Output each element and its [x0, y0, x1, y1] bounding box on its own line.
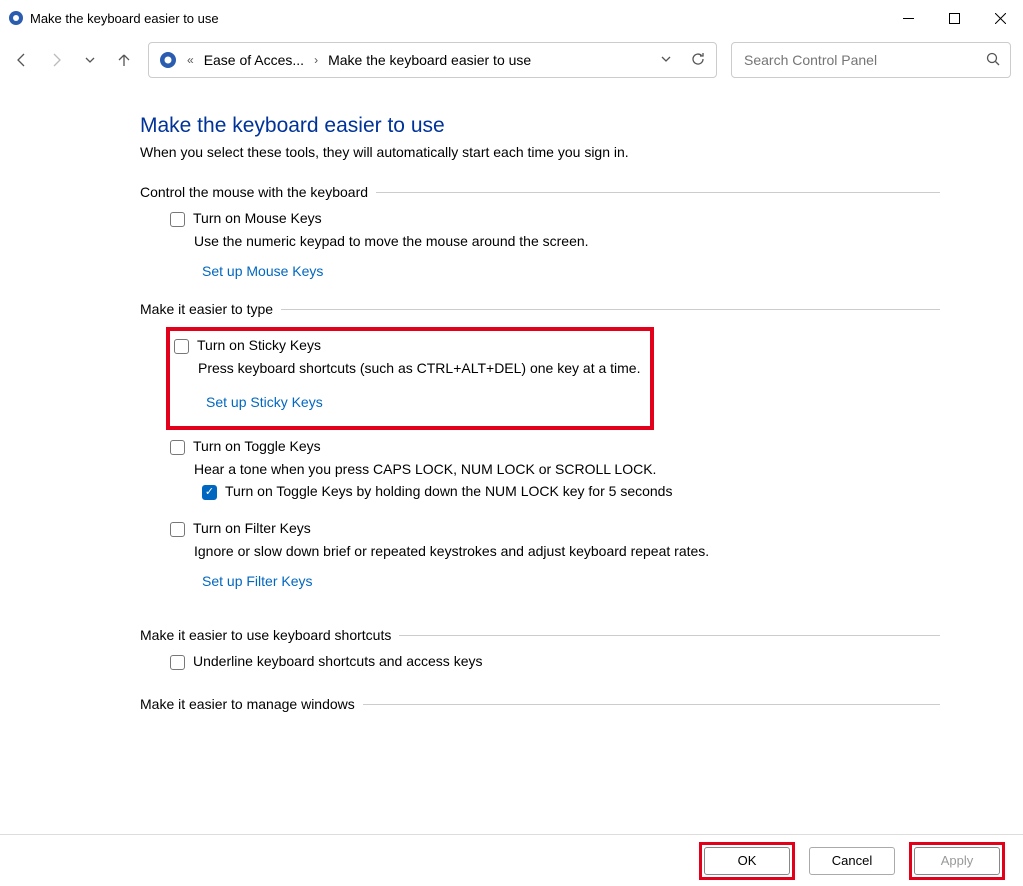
search-box[interactable]	[731, 42, 1011, 78]
ok-highlight: OK	[699, 842, 795, 880]
minimize-button[interactable]	[885, 2, 931, 34]
maximize-button[interactable]	[931, 2, 977, 34]
crumb-prefix-icon: «	[185, 53, 196, 67]
recent-dropdown[interactable]	[80, 50, 100, 70]
refresh-icon[interactable]	[690, 51, 706, 70]
forward-button[interactable]	[46, 50, 66, 70]
apply-button[interactable]: Apply	[914, 847, 1000, 875]
togglekeys-label[interactable]: Turn on Toggle Keys	[193, 438, 321, 454]
content-scroll[interactable]: Make the keyboard easier to use When you…	[0, 84, 1023, 834]
togglekeys-numlock-checkbox[interactable]	[202, 485, 217, 500]
stickykeys-label[interactable]: Turn on Sticky Keys	[197, 337, 321, 353]
underline-checkbox[interactable]	[170, 655, 185, 670]
togglekeys-checkbox[interactable]	[170, 440, 185, 455]
stickykeys-setup-link[interactable]: Set up Sticky Keys	[206, 394, 323, 410]
control-panel-icon	[159, 51, 177, 69]
page-heading: Make the keyboard easier to use	[140, 114, 940, 138]
cancel-button[interactable]: Cancel	[809, 847, 895, 875]
section-type-title: Make it easier to type	[140, 301, 281, 317]
section-mouse-header: Control the mouse with the keyboard	[140, 184, 940, 200]
togglekeys-numlock-label[interactable]: Turn on Toggle Keys by holding down the …	[225, 483, 672, 499]
page-subtitle: When you select these tools, they will a…	[140, 144, 940, 160]
mousekeys-label[interactable]: Turn on Mouse Keys	[193, 210, 322, 226]
footer-bar: OK Cancel Apply	[0, 834, 1023, 886]
search-input[interactable]	[742, 51, 986, 69]
section-windows-header: Make it easier to manage windows	[140, 696, 940, 712]
section-type-header: Make it easier to type	[140, 301, 940, 317]
filterkeys-label[interactable]: Turn on Filter Keys	[193, 520, 311, 536]
address-bar[interactable]: « Ease of Acces... › Make the keyboard e…	[148, 42, 717, 78]
window-title: Make the keyboard easier to use	[30, 11, 219, 26]
stickykeys-highlight: Turn on Sticky Keys Press keyboard short…	[166, 327, 654, 430]
stickykeys-checkbox[interactable]	[174, 339, 189, 354]
ok-button[interactable]: OK	[704, 847, 790, 875]
control-panel-icon	[8, 10, 24, 26]
apply-highlight: Apply	[909, 842, 1005, 880]
chevron-down-icon[interactable]	[660, 53, 672, 68]
filterkeys-setup-link[interactable]: Set up Filter Keys	[202, 573, 313, 589]
nav-toolbar: « Ease of Acces... › Make the keyboard e…	[0, 36, 1023, 84]
search-icon[interactable]	[986, 52, 1000, 69]
filterkeys-desc: Ignore or slow down brief or repeated ke…	[194, 543, 894, 559]
section-shortcuts-title: Make it easier to use keyboard shortcuts	[140, 627, 399, 643]
togglekeys-desc: Hear a tone when you press CAPS LOCK, NU…	[194, 461, 894, 477]
back-button[interactable]	[12, 50, 32, 70]
up-button[interactable]	[114, 50, 134, 70]
close-button[interactable]	[977, 2, 1023, 34]
filterkeys-checkbox[interactable]	[170, 522, 185, 537]
chevron-right-icon: ›	[312, 53, 320, 67]
section-windows-title: Make it easier to manage windows	[140, 696, 363, 712]
underline-label[interactable]: Underline keyboard shortcuts and access …	[193, 653, 482, 669]
mousekeys-desc: Use the numeric keypad to move the mouse…	[194, 233, 894, 249]
mousekeys-checkbox[interactable]	[170, 212, 185, 227]
breadcrumb-item-2[interactable]: Make the keyboard easier to use	[328, 52, 531, 68]
mousekeys-setup-link[interactable]: Set up Mouse Keys	[202, 263, 323, 279]
section-mouse-title: Control the mouse with the keyboard	[140, 184, 376, 200]
breadcrumb-item-1[interactable]: Ease of Acces...	[204, 52, 304, 68]
content-area: Make the keyboard easier to use When you…	[0, 84, 940, 782]
titlebar: Make the keyboard easier to use	[0, 0, 1023, 36]
stickykeys-desc: Press keyboard shortcuts (such as CTRL+A…	[198, 360, 646, 376]
section-shortcuts-header: Make it easier to use keyboard shortcuts	[140, 627, 940, 643]
